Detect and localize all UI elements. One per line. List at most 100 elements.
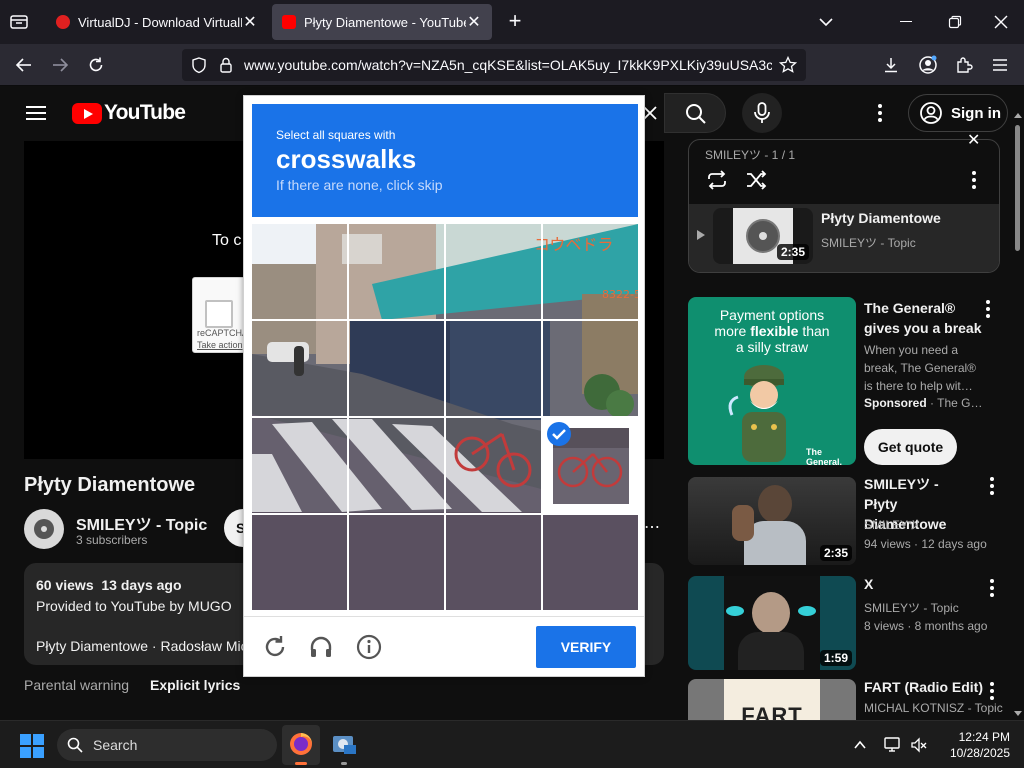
reload-icon[interactable] [81,50,111,80]
tab-list-icon[interactable] [8,12,30,32]
ad-image-text-bold: flexible [750,323,799,339]
chevron-down-icon[interactable] [816,12,836,32]
verify-button[interactable]: VERIFY [536,626,636,668]
lock-icon[interactable] [218,56,234,74]
captcha-tile-12-selected[interactable] [543,418,638,513]
volume-muted-icon[interactable] [910,736,928,754]
captcha-tile-4[interactable] [543,224,638,319]
captcha-tile-14[interactable] [349,515,444,610]
recommendation-channel[interactable]: SMILEYツ - Topic [864,599,959,616]
url-text[interactable]: www.youtube.com/watch?v=NZA5n_cqKSE&list… [244,57,772,73]
scroll-down-icon[interactable] [1014,711,1022,716]
now-playing-item[interactable]: 2:35 Płyty Diamentowe SMILEYツ - Topic [689,204,999,272]
tab-youtube[interactable]: Płyty Diamentowe - YouTube ✕ [272,4,492,40]
close-tab-icon[interactable]: ✕ [242,12,258,32]
clock[interactable]: 12:24 PM 10/28/2025 [940,729,1010,761]
captcha-tile-9[interactable] [252,418,347,513]
playlist-item-title[interactable]: Płyty Diamentowe [821,210,941,226]
recommendation-thumbnail[interactable]: FART [688,679,856,720]
firefox-taskbar-icon[interactable] [282,725,320,765]
thumbnail-text: FART [741,703,803,720]
captcha-tile-15[interactable] [446,515,541,610]
user-circle-icon [920,102,942,124]
captcha-tile-5[interactable] [252,321,347,416]
tab-virtualdj[interactable]: VirtualDJ - Download VirtualDJ ✕ [46,4,268,40]
channel-avatar[interactable] [24,509,64,549]
shuffle-icon[interactable] [744,168,768,192]
recommendation-channel[interactable]: SMILEYツ [864,516,920,533]
captcha-tile-8[interactable] [543,321,638,416]
recommendation-menu-icon[interactable] [982,578,1002,598]
more-actions-icon[interactable]: ⋯ [644,520,660,537]
view-stats: 60 views 13 days ago [36,577,182,593]
playlist-panel: SMILEYツ - 1 / 1 ✕ 2:35 Płyty Diamentowe … [688,132,1000,273]
recommendation-title[interactable]: FART (Radio Edit) [864,679,983,695]
ad-title[interactable]: The General® gives you a break [864,298,984,338]
recaptcha-checkbox[interactable] [205,300,233,328]
captcha-tile-13[interactable] [252,515,347,610]
show-hidden-icons-chevron-icon[interactable] [852,737,868,753]
recommendation-thumbnail[interactable]: 1:59 [688,576,856,670]
recommendation-menu-icon[interactable] [982,476,1002,496]
network-icon[interactable] [884,736,902,754]
downloads-icon[interactable] [876,50,906,80]
start-windows-icon[interactable] [20,734,44,758]
settings-kebab-icon[interactable] [870,103,890,123]
restore-icon[interactable] [948,15,962,29]
scroll-up-icon[interactable] [1014,113,1022,118]
playlist-menu-icon[interactable] [964,170,984,190]
close-window-icon[interactable] [993,14,1009,30]
virtualdj-taskbar-icon[interactable] [330,731,358,765]
search-button[interactable] [664,93,726,133]
info-icon[interactable] [356,634,382,660]
recommendation-thumbnail[interactable]: 2:35 [688,477,856,565]
ad-menu-icon[interactable] [978,299,998,319]
account-icon[interactable] [913,50,943,80]
scrollbar-thumb[interactable] [1015,125,1020,251]
captcha-tile-1[interactable] [252,224,347,319]
loop-icon[interactable] [705,168,729,192]
back-icon[interactable] [9,50,39,80]
voice-search-button[interactable] [742,93,782,133]
get-quote-button[interactable]: Get quote [864,429,957,465]
bookmark-star-icon[interactable] [778,55,798,74]
ad-image[interactable]: Payment options more flexible than a sil… [688,297,856,465]
youtube-logo-text[interactable]: YouTube [104,101,186,125]
close-playlist-icon[interactable]: ✕ [967,130,983,149]
extensions-icon[interactable] [949,50,979,80]
reload-challenge-icon[interactable] [262,634,288,660]
minimize-icon[interactable] [900,21,912,22]
taskbar-search[interactable]: Search [57,729,277,761]
captcha-tile-6[interactable] [349,321,444,416]
playlist-item-thumbnail[interactable]: 2:35 [713,208,813,264]
tracking-shield-icon[interactable] [190,56,208,74]
forward-icon[interactable] [45,50,75,80]
close-tab-icon[interactable]: ✕ [466,12,482,32]
channel-name[interactable]: SMILEYツ - Topic [76,511,207,535]
now-playing-indicator-icon [697,230,705,240]
youtube-logo-icon[interactable] [72,103,102,124]
new-tab-icon[interactable]: + [504,10,526,32]
browser-nav-bar: www.youtube.com/watch?v=NZA5n_cqKSE&list… [0,44,1024,86]
recommendation-channel[interactable]: MICHAL KOTNISZ - Topic [864,701,1003,715]
captcha-tile-11[interactable] [446,418,541,513]
captcha-tile-7[interactable] [446,321,541,416]
recommendation-title[interactable]: X [864,576,873,592]
captcha-tile-16[interactable] [543,515,638,610]
captcha-tile-10[interactable] [349,418,444,513]
virtualdj-favicon-icon [56,15,70,29]
hamburger-menu-icon[interactable] [26,105,46,121]
menu-icon[interactable] [985,50,1015,80]
recaptcha-take-action[interactable]: Take action [197,340,243,350]
recommendation-menu-icon[interactable] [982,681,1002,701]
audio-challenge-icon[interactable] [308,634,334,660]
captcha-tile-3[interactable] [446,224,541,319]
ad-image-text-d: a silly straw [735,339,809,355]
subscriber-count: 3 subscribers [76,533,148,547]
windows-taskbar: Search 12:24 PM 10/28/2025 [0,720,1024,768]
page-scrollbar[interactable] [1012,111,1024,720]
url-bar[interactable]: www.youtube.com/watch?v=NZA5n_cqKSE&list… [182,49,806,81]
captcha-image-grid: コウベドラ 8322-56 [252,224,638,610]
captcha-tile-2[interactable] [349,224,444,319]
sign-in-button[interactable]: Sign in [908,94,1008,132]
